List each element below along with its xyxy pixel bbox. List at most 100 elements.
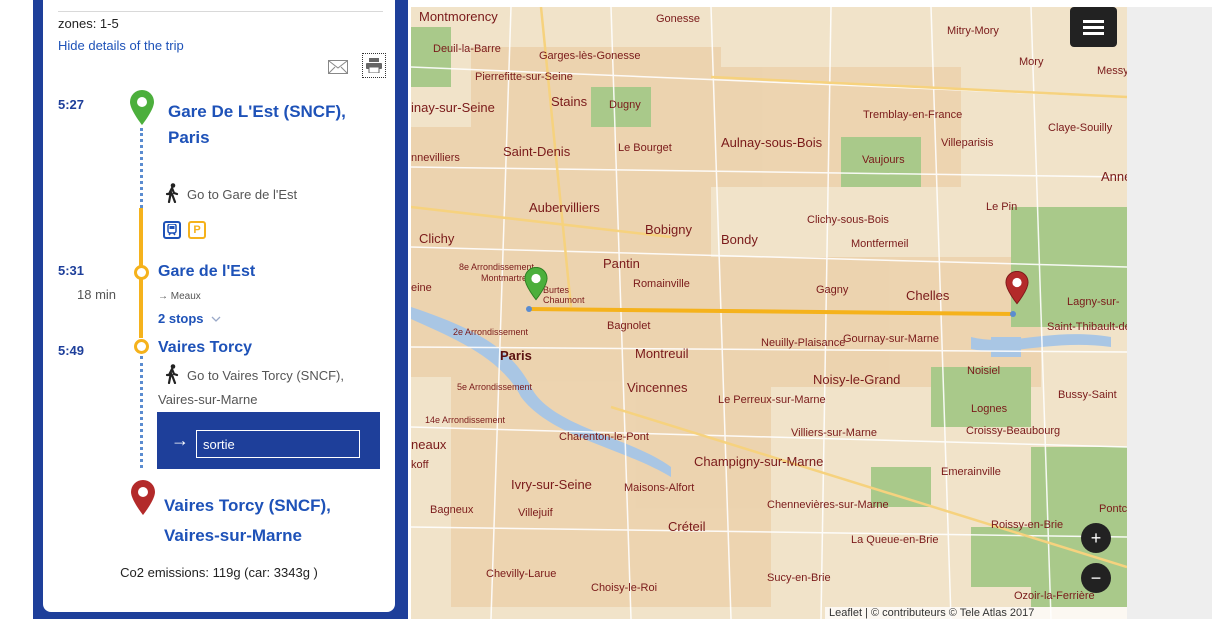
map-label: Croissy-Beaubourg	[966, 425, 1061, 437]
exit-field[interactable]	[196, 430, 360, 458]
alight-time: 5:49	[58, 343, 85, 358]
origin-time: 5:27	[58, 97, 85, 112]
map-label: Lognes	[971, 403, 1008, 415]
map-label: Clichy	[419, 231, 455, 246]
stops-count: 2 stops	[158, 311, 204, 326]
map-label: Noisy-le-Grand	[813, 372, 901, 387]
map-label: Bagnolet	[607, 320, 651, 332]
map-menu-button[interactable]	[1070, 7, 1117, 47]
map-label: Saint-Denis	[503, 144, 571, 159]
map-label: Villejuif	[518, 507, 553, 519]
map-label: nnevilliers	[411, 152, 460, 164]
train-icon	[163, 221, 181, 239]
map-label: Aubervilliers	[529, 200, 600, 215]
map-label: inay-sur-Seine	[411, 100, 495, 115]
destination-station[interactable]: Vaires Torcy (SNCF), Vaires-sur-Marne	[164, 491, 331, 551]
page: zones: 1-5 Hide details of the trip 5:27…	[0, 0, 1212, 619]
map-label: Vincennes	[627, 380, 688, 395]
origin-station-line1: Gare De L'Est (SNCF),	[168, 102, 346, 121]
alight-stop-marker	[134, 339, 149, 354]
origin-map-marker-icon[interactable]	[524, 267, 548, 301]
map-label: Saint-Thibault-des-	[1047, 321, 1127, 333]
board-station[interactable]: Gare de l'Est	[158, 263, 255, 281]
ride-duration: 18 min	[77, 287, 117, 302]
map-label: Neuilly-Plaisance	[761, 337, 846, 349]
map-label: Pontc	[1099, 503, 1127, 515]
walk-to-vaires-line2: Vaires-sur-Marne	[158, 392, 258, 407]
map-label: Vaujours	[862, 154, 905, 166]
board-time: 5:31	[58, 263, 85, 278]
map-label: Chevilly-Larue	[486, 568, 557, 580]
map-label: Gonesse	[656, 13, 701, 25]
hide-details-link[interactable]: Hide details of the trip	[58, 38, 184, 53]
map-label: Villeparisis	[941, 137, 994, 149]
map-label: Créteil	[668, 519, 706, 534]
origin-station[interactable]: Gare De L'Est (SNCF), Paris	[168, 99, 346, 151]
map-label: Dugny	[609, 99, 641, 111]
map-label: 8e Arrondissement	[459, 262, 535, 272]
map-label: Gagny	[816, 284, 849, 296]
co2-emissions: Co2 emissions: 119g (car: 3343g )	[120, 565, 318, 580]
zoom-in-button[interactable]: +	[1081, 523, 1111, 553]
printer-icon[interactable]	[362, 53, 386, 78]
map-label: Noisiel	[967, 365, 1001, 377]
stops-toggle[interactable]: 2 stops	[158, 311, 221, 326]
left-gutter	[0, 0, 33, 619]
map-label: koff	[411, 459, 429, 471]
map-label: Le Perreux-sur-Marne	[718, 394, 826, 406]
walking-person-icon	[165, 183, 179, 204]
origin-station-line2: Paris	[168, 128, 210, 147]
train-direction: → Meaux	[158, 291, 201, 302]
map-label: Champigny-sur-Marne	[694, 454, 824, 469]
map-label: Chennevières-sur-Marne	[767, 499, 889, 511]
map-label: Bobigny	[645, 222, 692, 237]
walk-path-2	[140, 356, 143, 468]
right-gutter	[1127, 7, 1212, 619]
zoom-out-button[interactable]: −	[1081, 563, 1111, 593]
hamburger-icon	[1083, 32, 1104, 35]
map-label: eine	[411, 282, 432, 294]
map-label: Choisy-le-Roi	[591, 582, 658, 594]
destination-station-line1: Vaires Torcy (SNCF),	[164, 496, 331, 515]
map-label: Tremblay-en-France	[863, 109, 963, 121]
map-label: Aulnay-sous-Bois	[721, 135, 823, 150]
map-label: Bondy	[721, 232, 758, 247]
map-label: Le Bourget	[618, 142, 672, 154]
map-label: Ivry-sur-Seine	[511, 477, 592, 492]
map-label: Sucy-en-Brie	[767, 572, 831, 584]
board-stop-marker	[134, 265, 149, 280]
walk-path	[140, 128, 143, 208]
walking-person-icon-2	[165, 364, 179, 385]
map-label: Montfermeil	[851, 238, 909, 250]
alight-station[interactable]: Vaires Torcy	[158, 339, 252, 357]
map-label: La Queue-en-Brie	[851, 534, 939, 546]
map-label: Gournay-sur-Marne	[843, 333, 939, 345]
map-label: Chelles	[906, 288, 950, 303]
map-label: Burtes Chaumont	[543, 285, 585, 305]
itinerary-panel: zones: 1-5 Hide details of the trip 5:27…	[43, 0, 395, 612]
map-label: Anne	[1101, 169, 1127, 184]
map-label: Bussy-Saint	[1058, 389, 1117, 401]
map-label: Deuil-la-Barre	[433, 43, 501, 55]
map-label: Clichy-sous-Bois	[807, 214, 889, 226]
map-label: Montmorency	[419, 9, 498, 24]
hamburger-icon	[1083, 20, 1104, 23]
map-label: Claye-Souilly	[1048, 122, 1113, 134]
map-label: Montreuil	[635, 346, 689, 361]
exit-info-bar: →	[157, 412, 380, 469]
map-label: Mitry-Mory	[947, 25, 999, 37]
divider	[58, 11, 383, 12]
map-label: Pantin	[603, 256, 640, 271]
map-label: Lagny-sur-	[1067, 296, 1120, 308]
map-label: Stains	[551, 94, 588, 109]
map-label: 2e Arrondissement	[453, 327, 529, 337]
mail-icon[interactable]	[328, 60, 348, 74]
map-attribution[interactable]: Leaflet | © contributeurs © Tele Atlas 2…	[825, 607, 1127, 619]
fare-zones: zones: 1-5	[58, 16, 119, 31]
chevron-down-icon	[211, 311, 221, 326]
destination-station-line2: Vaires-sur-Marne	[164, 526, 302, 545]
map-label: Charenton-le-Pont	[559, 431, 649, 443]
map-view[interactable]: Montmorency Gonesse Mitry-Mory Deuil-la-…	[411, 7, 1127, 619]
destination-map-marker-icon[interactable]	[1005, 271, 1029, 305]
walk-to-gare-de-lest: Go to Gare de l'Est	[187, 187, 298, 202]
